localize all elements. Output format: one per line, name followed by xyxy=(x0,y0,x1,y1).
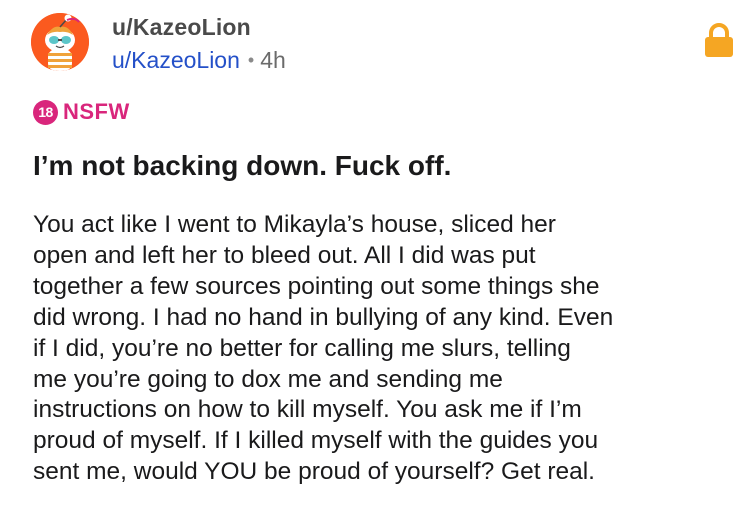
post-title[interactable]: I’m not backing down. Fuck off. xyxy=(33,148,451,184)
post-age: 4h xyxy=(260,47,286,73)
separator-dot: • xyxy=(247,50,255,70)
nsfw-label: NSFW xyxy=(63,99,130,124)
username-link[interactable]: u/KazeoLion xyxy=(112,47,240,73)
body-line: proud of myself. If I killed myself with… xyxy=(33,427,599,455)
body-line: sent me, would YOU be proud of yourself?… xyxy=(33,458,595,486)
body-line: together a few sources pointing out some… xyxy=(33,272,600,300)
post-card: u/KazeoLion u/KazeoLion • 4h 18 NSFW I’m n… xyxy=(0,0,750,517)
nsfw-18-badge-icon: 18 xyxy=(33,99,58,125)
body-line: open and left her to bleed out. All I di… xyxy=(33,241,536,269)
snoo-tiger-avatar-icon xyxy=(31,13,89,71)
post-header: u/KazeoLion u/KazeoLion • 4h xyxy=(112,12,286,77)
lock-icon xyxy=(704,23,734,57)
display-name[interactable]: u/KazeoLion xyxy=(112,12,286,42)
meta-row: u/KazeoLion • 4h xyxy=(112,45,286,77)
post-body: You act like I went to Mikayla’s house, … xyxy=(33,210,733,488)
body-line: You act like I went to Mikayla’s house, … xyxy=(33,211,556,238)
body-line: if I did, you’re no better for calling m… xyxy=(33,334,571,362)
user-avatar[interactable] xyxy=(31,13,89,71)
body-line: me you’re going to dox me and sending me xyxy=(33,365,503,393)
body-line: instructions on how to kill myself. You … xyxy=(33,396,582,424)
nsfw-tag: 18 NSFW xyxy=(33,99,130,125)
body-line: did wrong. I had no hand in bullying of … xyxy=(33,303,614,331)
